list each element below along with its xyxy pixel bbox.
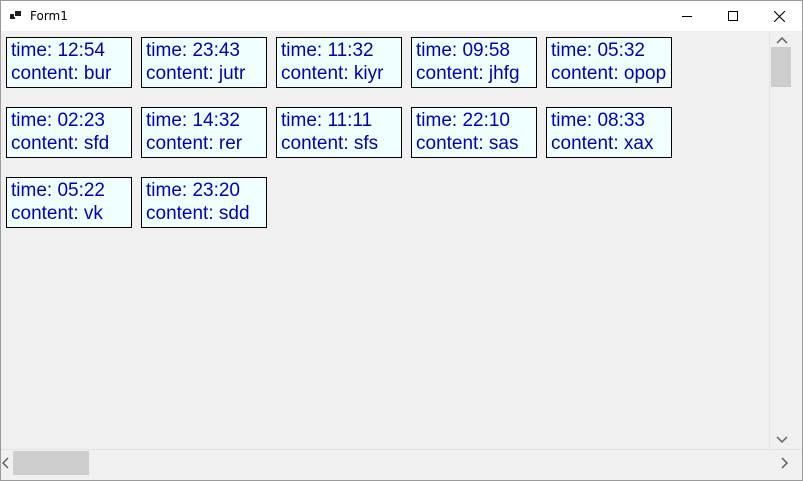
card-time: time: 05:32: [551, 40, 645, 61]
card-content: content: bur: [11, 63, 112, 84]
time-card: time: 02:23 content: sfd: [6, 107, 132, 158]
time-card: time: 08:33 content: xax: [546, 107, 672, 158]
time-card: time: 11:11 content: sfs: [276, 107, 402, 158]
horizontal-scroll-thumb[interactable]: [13, 451, 89, 475]
close-icon: [773, 10, 785, 22]
card-content: content: sfd: [11, 133, 110, 154]
card-time: time: 09:58: [416, 40, 510, 61]
card-time: time: 12:54: [11, 40, 105, 61]
card-time: time: 23:20: [146, 180, 240, 201]
vertical-scrollbar[interactable]: [769, 31, 802, 449]
form1-window: Form1 time: 12:54 content: bur time: 23:…: [0, 0, 803, 481]
card-content: content: jhfg: [416, 63, 520, 84]
scroll-up-icon[interactable]: [774, 35, 790, 47]
card-time: time: 11:11: [281, 110, 373, 131]
window-title: Form1: [30, 9, 68, 23]
horizontal-scrollbar[interactable]: [1, 449, 802, 480]
card-content: content: rer: [146, 133, 243, 154]
scroll-down-icon[interactable]: [774, 434, 790, 446]
time-card: time: 14:32 content: rer: [141, 107, 267, 158]
card-content: content: opop: [551, 63, 667, 84]
card-time: time: 23:43: [146, 40, 240, 61]
card-time: time: 22:10: [416, 110, 510, 131]
card-time: time: 02:23: [11, 110, 105, 131]
scroll-right-icon[interactable]: [779, 456, 789, 470]
card-content: content: kiyr: [281, 63, 384, 84]
card-content: content: sdd: [146, 203, 250, 224]
time-card: time: 12:54 content: bur: [6, 37, 132, 88]
form-client-area: time: 12:54 content: bur time: 23:43 con…: [1, 31, 769, 449]
time-card: time: 05:32 content: opop: [546, 37, 672, 88]
time-card: time: 09:58 content: jhfg: [411, 37, 537, 88]
time-card: time: 05:22 content: vk: [6, 177, 132, 228]
card-content: content: sas: [416, 133, 519, 154]
minimize-icon: [682, 16, 692, 17]
card-content: content: vk: [11, 203, 103, 224]
card-time: time: 11:32: [281, 40, 374, 61]
title-bar[interactable]: Form1: [1, 1, 802, 31]
card-time: time: 05:22: [11, 180, 105, 201]
scroll-left-icon[interactable]: [1, 456, 11, 470]
maximize-button[interactable]: [710, 1, 756, 31]
card-time: time: 14:32: [146, 110, 240, 131]
vertical-scroll-thumb[interactable]: [771, 47, 791, 87]
minimize-button[interactable]: [664, 1, 710, 31]
card-content: content: jutr: [146, 63, 246, 84]
close-button[interactable]: [756, 1, 802, 31]
maximize-icon: [728, 11, 738, 21]
card-time: time: 08:33: [551, 110, 645, 131]
time-card: time: 22:10 content: sas: [411, 107, 537, 158]
card-content: content: xax: [551, 133, 654, 154]
vertical-scroll-track[interactable]: [770, 31, 793, 449]
card-content: content: sfs: [281, 133, 379, 154]
time-card: time: 11:32 content: kiyr: [276, 37, 402, 88]
time-card: time: 23:43 content: jutr: [141, 37, 267, 88]
app-icon[interactable]: [10, 10, 24, 22]
time-card: time: 23:20 content: sdd: [141, 177, 267, 228]
